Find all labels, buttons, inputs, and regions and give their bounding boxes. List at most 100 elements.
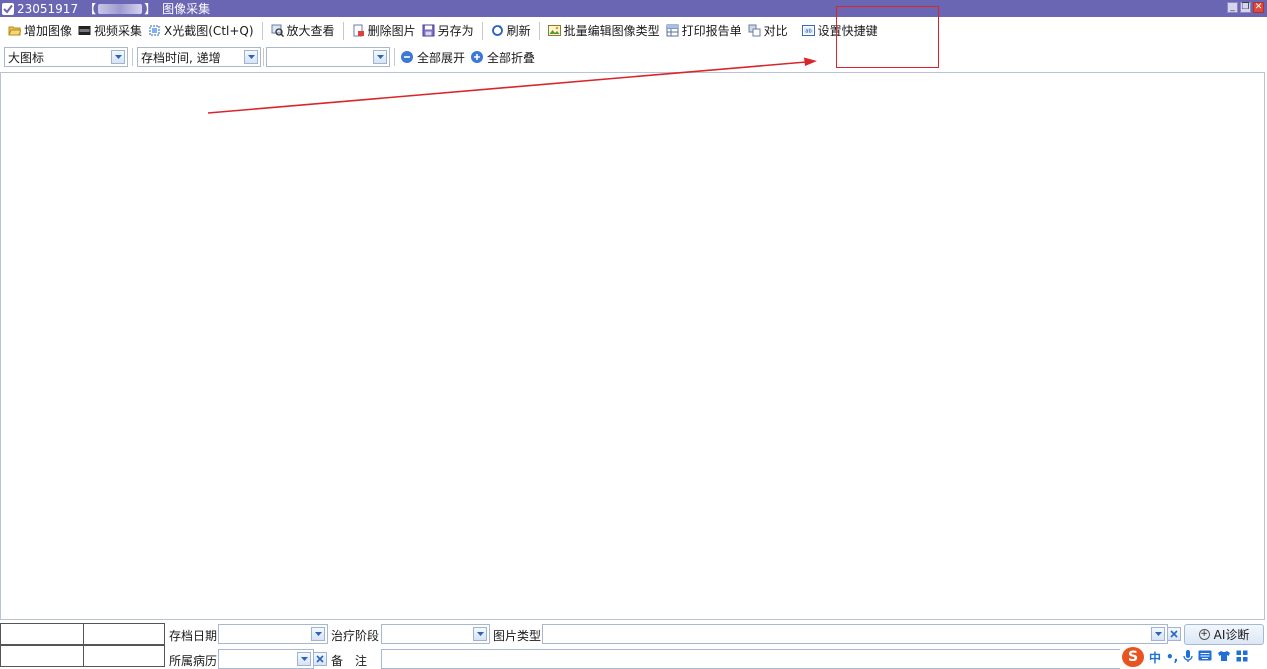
delete-image-button[interactable]: 删除图片	[349, 21, 419, 41]
thumbnail-cell	[0, 623, 84, 645]
xray-capture-button[interactable]: X光截图(Ctl+Q)	[145, 21, 257, 41]
refresh-icon	[491, 24, 504, 37]
thumbnail-cell	[0, 645, 84, 667]
image-type-select[interactable]	[542, 624, 1168, 644]
print-report-button[interactable]: 打印报告单	[663, 21, 745, 41]
toolbar-divider	[394, 48, 395, 66]
refresh-button[interactable]: 刷新	[488, 21, 534, 41]
video-capture-label: 视频采集	[94, 24, 143, 38]
toolbar-divider	[261, 21, 263, 40]
skin-shirt-icon[interactable]	[1217, 650, 1231, 665]
redacted-name	[98, 3, 143, 14]
keyboard-icon[interactable]	[1198, 650, 1212, 664]
batch-edit-type-button[interactable]: 批量编辑图像类型	[545, 21, 663, 41]
compare-button[interactable]: 对比	[745, 21, 791, 41]
screenshot-crop-icon	[148, 24, 161, 37]
set-shortcut-label: 设置快捷键	[817, 24, 878, 38]
video-film-icon	[78, 24, 91, 37]
image-info-form: 存档日期 治疗阶段 图片类型 所属病历 备 注	[0, 622, 1267, 669]
folder-open-icon	[8, 24, 22, 37]
clear-image-type-button[interactable]	[1167, 627, 1181, 641]
chevron-down-icon[interactable]	[473, 627, 487, 641]
clear-case-button[interactable]	[313, 652, 327, 666]
title-bar: 23051917 【 】 图像采集 _ ❐ ✕	[0, 0, 1267, 17]
set-shortcut-button[interactable]: ab 设置快捷键	[799, 21, 881, 41]
batch-edit-type-label: 批量编辑图像类型	[563, 24, 660, 38]
image-list-panel[interactable]	[0, 72, 1265, 620]
collapse-all-button[interactable]: 全部折叠	[471, 49, 535, 66]
sogou-logo-icon[interactable]: S	[1122, 647, 1144, 667]
picture-icon	[547, 24, 561, 37]
title-bracket-close: 】	[144, 2, 157, 16]
microphone-icon[interactable]	[1183, 649, 1193, 666]
plus-circle-icon: +	[1198, 629, 1210, 640]
compare-label: 对比	[763, 24, 788, 38]
xray-capture-label: X光截图(Ctl+Q)	[164, 24, 254, 38]
video-capture-button[interactable]: 视频采集	[75, 21, 145, 41]
chevron-down-icon[interactable]	[244, 50, 258, 64]
expand-all-label: 全部展开	[417, 50, 466, 65]
ai-diagnosis-button[interactable]: + AI诊断	[1184, 624, 1264, 645]
ime-toolbar: S 中 •,	[1120, 645, 1267, 669]
case-label: 所属病历	[169, 654, 218, 668]
window-title-text: 图像采集	[162, 2, 211, 16]
sort-order-select[interactable]: 存档时间, 递增	[137, 47, 261, 67]
toolbar-divider	[263, 48, 264, 66]
toolbar-divider	[481, 21, 483, 40]
compare-icon	[748, 24, 761, 37]
chevron-down-icon[interactable]	[297, 652, 311, 666]
minus-circle-icon	[401, 51, 413, 63]
svg-text:ab: ab	[805, 29, 811, 35]
toolbar-divider	[342, 21, 344, 40]
toolbox-grid-icon[interactable]	[1236, 650, 1248, 665]
close-button[interactable]: ✕	[1253, 2, 1264, 13]
image-type-label: 图片类型	[493, 629, 542, 643]
chevron-down-icon[interactable]	[1151, 627, 1165, 641]
add-image-button[interactable]: 增加图像	[5, 21, 75, 41]
window-controls: _ ❐ ✕	[1227, 2, 1264, 13]
minimize-button[interactable]: _	[1227, 2, 1238, 13]
maximize-button[interactable]: ❐	[1240, 2, 1251, 13]
report-grid-icon	[666, 24, 679, 37]
app-check-icon	[2, 2, 14, 15]
toolbar-divider	[132, 48, 133, 66]
window-id: 23051917	[17, 1, 79, 16]
remark-label: 备 注	[331, 654, 368, 668]
print-report-label: 打印报告单	[681, 24, 742, 38]
remark-input[interactable]	[381, 649, 1121, 669]
category-select[interactable]	[266, 47, 390, 67]
window-title: 23051917 【 】 图像采集	[17, 0, 210, 17]
collapse-all-label: 全部折叠	[487, 50, 536, 65]
zoom-view-label: 放大查看	[286, 24, 335, 38]
delete-image-icon	[352, 24, 365, 37]
magnifier-icon	[271, 24, 284, 38]
chevron-down-icon[interactable]	[311, 627, 325, 641]
add-image-label: 增加图像	[24, 24, 73, 38]
view-mode-value: 大图标	[8, 50, 45, 65]
thumbnail-cell	[83, 623, 165, 645]
shortcut-key-icon: ab	[801, 24, 815, 37]
toolbar-divider	[538, 21, 540, 40]
delete-image-label: 删除图片	[367, 24, 416, 38]
ime-language-toggle[interactable]: 中	[1149, 649, 1161, 666]
chevron-down-icon[interactable]	[111, 50, 125, 64]
save-disk-icon	[422, 24, 435, 37]
treatment-stage-select[interactable]	[381, 624, 490, 644]
save-as-label: 另存为	[437, 24, 474, 38]
ime-punctuation-toggle[interactable]: •,	[1166, 650, 1178, 664]
sort-order-value: 存档时间, 递增	[141, 50, 221, 65]
ai-diagnosis-label: AI诊断	[1213, 628, 1250, 642]
refresh-label: 刷新	[506, 24, 531, 38]
title-bracket-open: 【	[84, 2, 97, 16]
archive-date-label: 存档日期	[169, 629, 218, 643]
save-as-button[interactable]: 另存为	[419, 21, 477, 41]
view-mode-select[interactable]: 大图标	[4, 47, 128, 67]
zoom-view-button[interactable]: 放大查看	[268, 21, 338, 41]
thumbnail-cell	[83, 645, 165, 667]
archive-date-field[interactable]	[218, 624, 328, 644]
plus-circle-icon	[471, 51, 484, 63]
expand-all-button[interactable]: 全部展开	[401, 49, 465, 66]
filter-toolbar: 大图标 存档时间, 递增 全部展开 全部折叠	[0, 44, 1267, 70]
case-select[interactable]	[218, 649, 314, 669]
chevron-down-icon[interactable]	[373, 50, 387, 64]
